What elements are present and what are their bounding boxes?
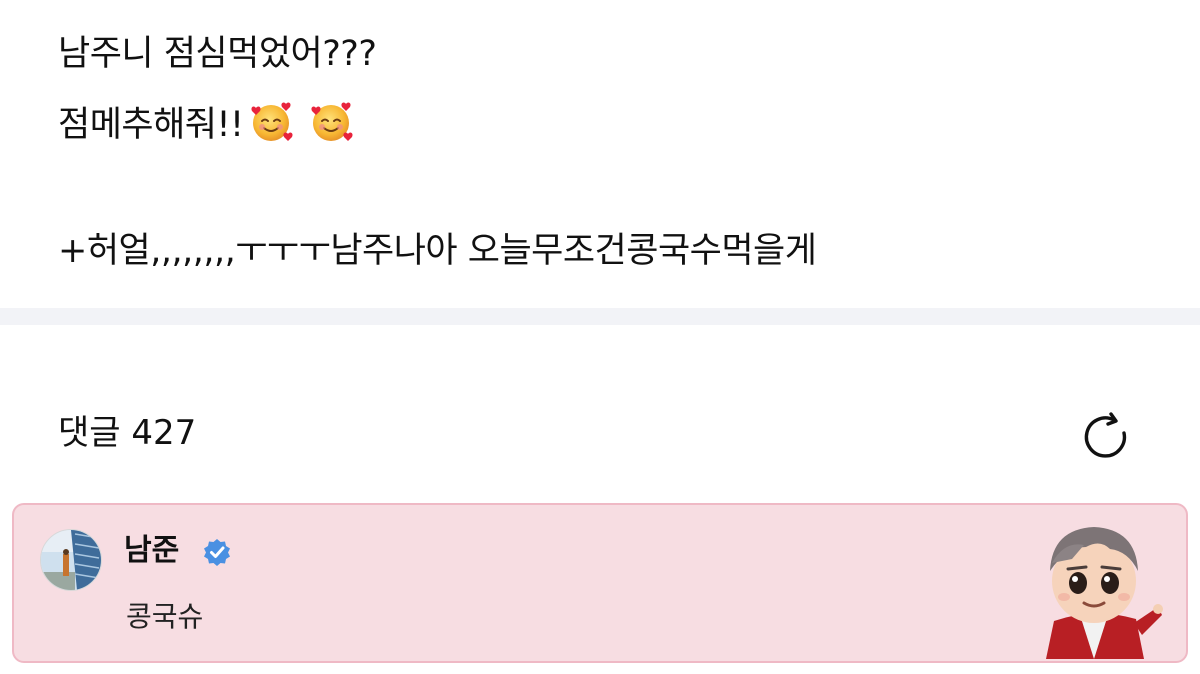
post-body: 남주니 점심먹었어??? 점메추해줘!! +허얼,,,,,,,,ㅜㅜㅜ남주나아 … [0,0,1200,308]
post-text-line-1: 남주니 점심먹었어??? [58,34,377,74]
character-sticker [1024,511,1164,659]
refresh-icon [1084,412,1127,458]
smiling-face-with-hearts-icon [248,98,294,144]
verified-badge-icon [204,539,230,566]
smiling-face-with-hearts-icon [308,98,354,144]
post-text-line-2-text: 점메추해줘!! [58,105,244,145]
post-text-line-2: 점메추해줘!! [58,98,354,147]
comment-item[interactable]: 남준 콩국슈 [12,503,1188,663]
comment-count-label: 댓글 427 [58,413,197,453]
refresh-button[interactable] [1078,409,1134,465]
section-divider [0,308,1200,325]
comment-author[interactable]: 남준 [124,531,179,571]
post-text-line-3: +허얼,,,,,,,,ㅜㅜㅜ남주나아 오늘무조건콩국수먹을게 [58,231,817,271]
avatar[interactable] [40,529,102,591]
comments-header: 댓글 427 [0,325,1200,503]
comment-text: 콩국슈 [126,600,204,633]
